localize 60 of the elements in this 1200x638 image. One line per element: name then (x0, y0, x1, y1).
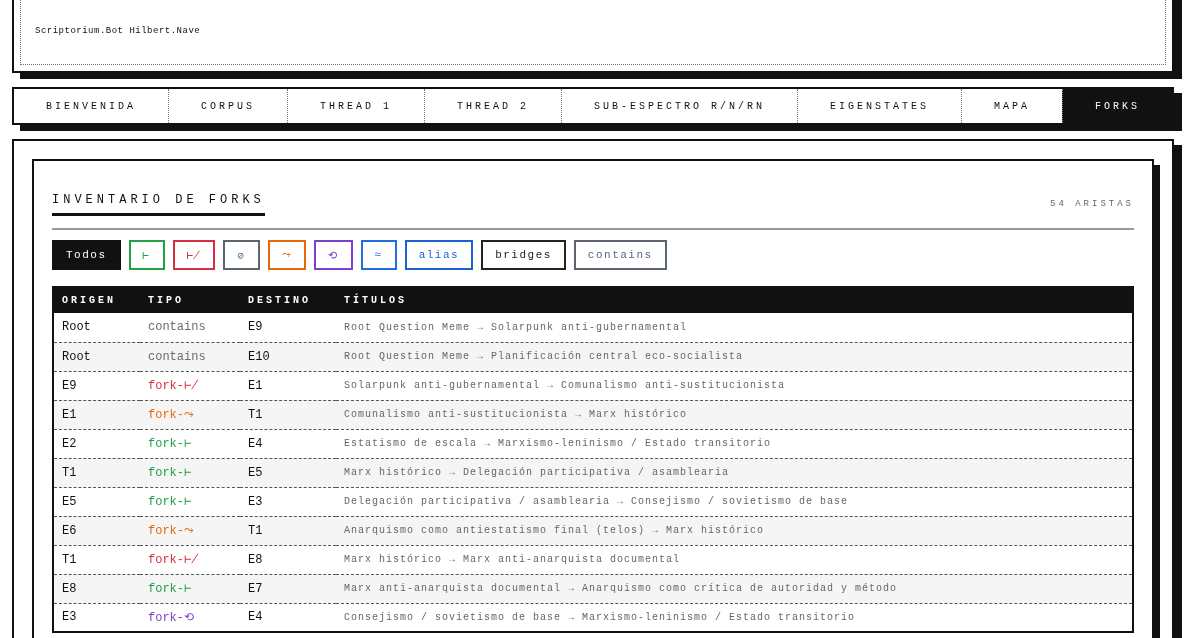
table-cell: E2 (53, 429, 140, 458)
table-cell: Marx anti-anarquista documental → Anarquismo como crítica de autoridad y método (336, 574, 1133, 603)
table-cell: fork-⊢ (140, 458, 240, 487)
table-cell: E3 (53, 603, 140, 632)
table-cell: fork-⊢ (140, 574, 240, 603)
table-cell: Marx histórico → Marx anti-anarquista documental (336, 545, 1133, 574)
table-cell: contains (140, 313, 240, 342)
table-cell: E9 (53, 371, 140, 400)
table-cell: fork-⤳ (140, 516, 240, 545)
table-cell: T1 (240, 516, 336, 545)
table-cell: E5 (53, 487, 140, 516)
table-cell: fork-⊬ (140, 371, 240, 400)
filter-chip[interactable]: bridges (481, 240, 566, 270)
table-cell: T1 (53, 545, 140, 574)
panel-title: INVENTARIO DE FORKS (52, 193, 265, 216)
table-cell: fork-⊢ (140, 429, 240, 458)
table-cell: E7 (240, 574, 336, 603)
filter-chip[interactable]: ⟲ (314, 240, 353, 270)
column-header: DESTINO (240, 287, 336, 313)
table-cell: fork-⊬ (140, 545, 240, 574)
table-cell: Anarquismo como antiestatismo final (telos) → Marx histórico (336, 516, 1133, 545)
table-cell: T1 (53, 458, 140, 487)
table-cell: fork-⤳ (140, 400, 240, 429)
table-cell: fork-⟲ (140, 603, 240, 632)
table-cell: contains (140, 342, 240, 371)
table-cell: E6 (53, 516, 140, 545)
table-cell: fork-⊢ (140, 487, 240, 516)
table-cell: E8 (240, 545, 336, 574)
filter-chip[interactable]: ≈ (360, 240, 397, 270)
table-cell: Marx histórico → Delegación participativa / asamblearia (336, 458, 1133, 487)
site-title: Scriptorium.Bot Hilbert.Nave (35, 26, 201, 36)
table-cell: Consejismo / sovietismo de base → Marxismo-leninismo / Estado transitorio (336, 603, 1133, 632)
table-cell: E5 (240, 458, 336, 487)
table-cell: Comunalismo anti-sustitucionista → Marx histórico (336, 400, 1133, 429)
filter-chip[interactable]: ⊘ (223, 240, 260, 270)
filter-chip[interactable]: Todos (52, 240, 121, 270)
table-cell: E1 (240, 371, 336, 400)
table-cell: Estatismo de escala → Marxismo-leninismo / Estado transitorio (336, 429, 1133, 458)
table-cell: Root Question Meme → Solarpunk anti-gubernamental (336, 313, 1133, 342)
edge-count: 54 ARISTAS (1050, 199, 1134, 209)
table-cell: E4 (240, 429, 336, 458)
table-cell: E8 (53, 574, 140, 603)
nav-tab[interactable]: FORKS (1062, 89, 1172, 123)
filter-chip[interactable]: alias (404, 240, 474, 270)
table-cell: E1 (53, 400, 140, 429)
table-cell: E3 (240, 487, 336, 516)
column-header: TÍTULOS (336, 287, 1133, 313)
column-header: TIPO (140, 287, 240, 313)
table-cell: Solarpunk anti-gubernamental → Comunalismo anti-sustitucionista (336, 371, 1133, 400)
filter-chip[interactable]: contains (573, 240, 667, 270)
column-header: ORIGEN (53, 287, 140, 313)
table-cell: E9 (240, 313, 336, 342)
table-cell: Delegación participativa / asamblearia → Consejismo / sovietismo de base (336, 487, 1133, 516)
table-cell: Root (53, 342, 140, 371)
filter-chip[interactable]: ⊬ (172, 240, 216, 270)
table-cell: T1 (240, 400, 336, 429)
table-cell: E10 (240, 342, 336, 371)
table-cell: E4 (240, 603, 336, 632)
table-cell: Root Question Meme → Planificación central eco-socialista (336, 342, 1133, 371)
table-cell: Root (53, 313, 140, 342)
